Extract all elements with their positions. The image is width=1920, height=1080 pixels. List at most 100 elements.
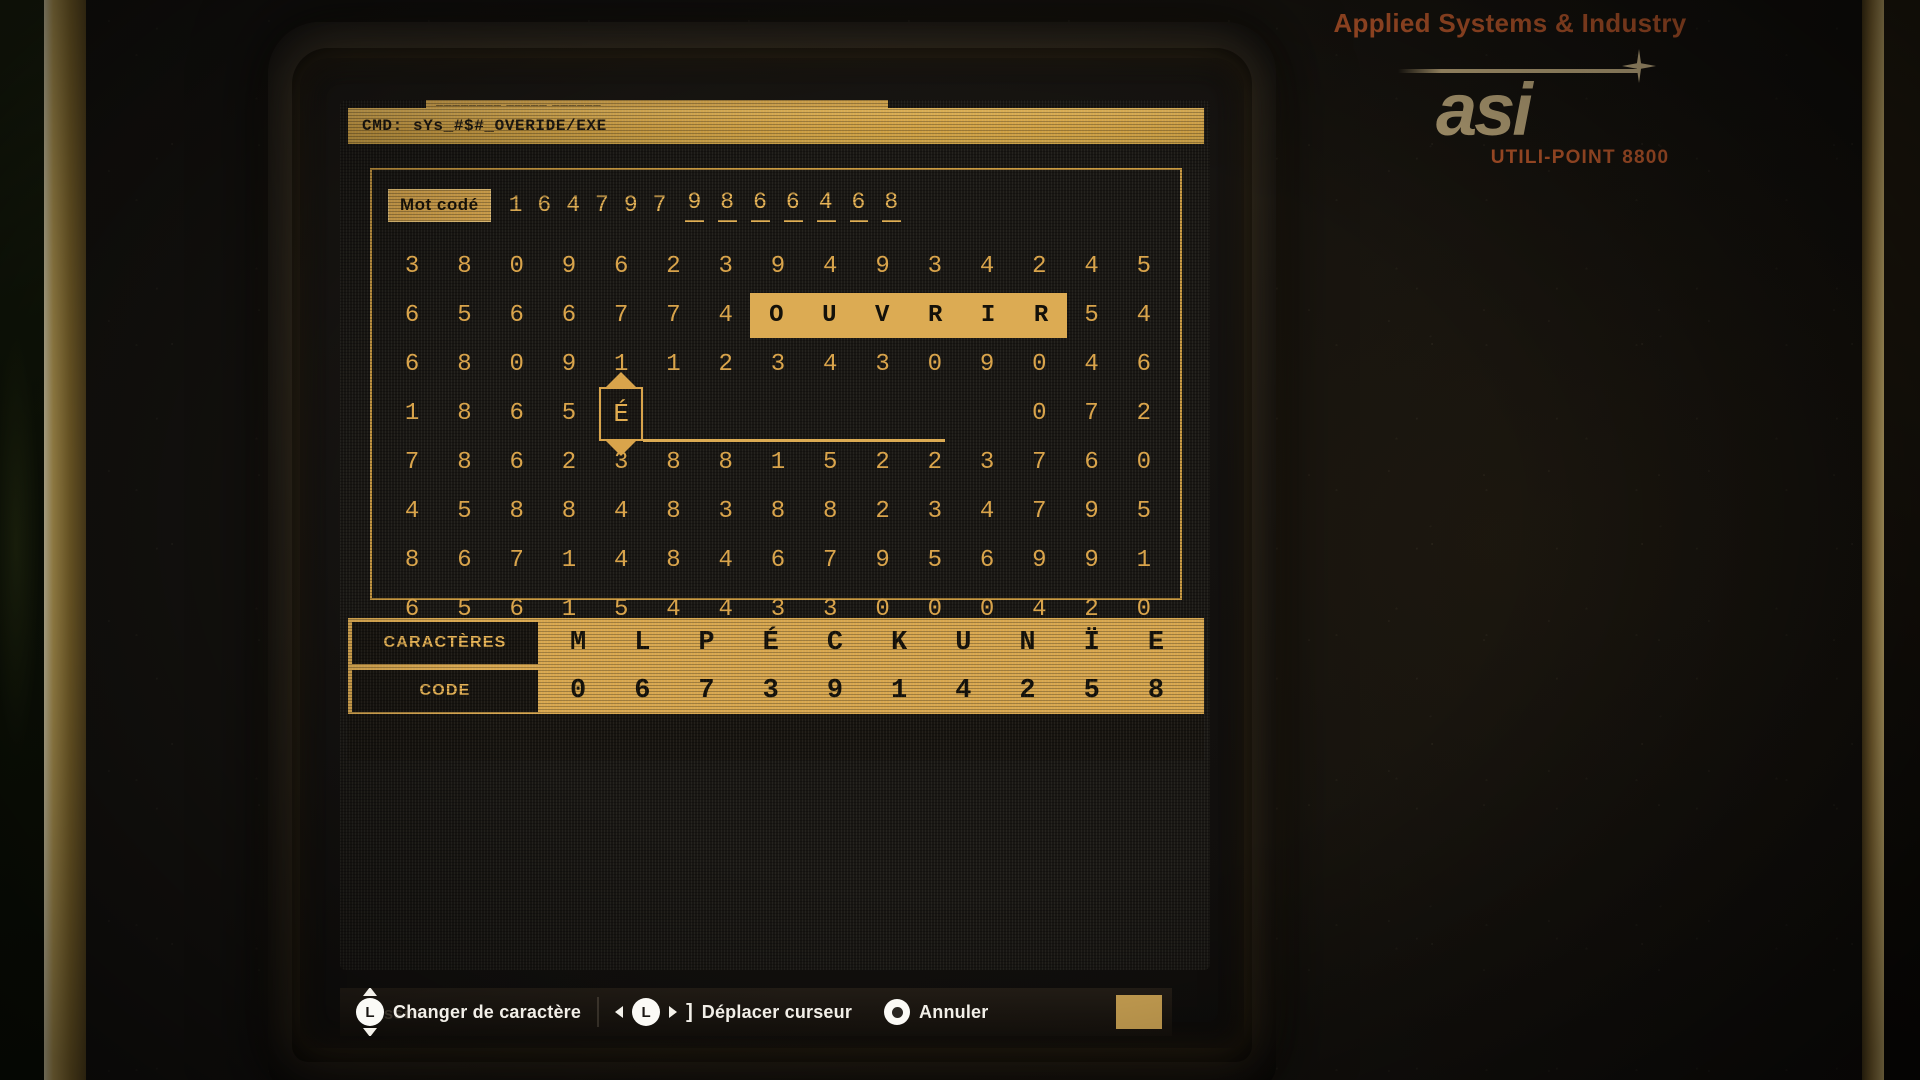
- matrix-cell-r4-c2[interactable]: 6: [491, 438, 543, 487]
- matrix-cell-r1-c1[interactable]: 5: [438, 291, 490, 340]
- matrix-cell-r4-c13[interactable]: 6: [1065, 438, 1117, 487]
- matrix-cell-r4-c5[interactable]: 8: [647, 438, 699, 487]
- matrix-cell-r3-c8[interactable]: ·: [804, 389, 856, 438]
- matrix-cell-r4-c8[interactable]: 5: [804, 438, 856, 487]
- matrix-cell-r3-c11[interactable]: ·: [961, 389, 1013, 438]
- matrix-cell-r4-c10[interactable]: 2: [909, 438, 961, 487]
- cursor-selector[interactable]: É: [599, 371, 644, 456]
- matrix-cell-r5-c3[interactable]: 8: [543, 487, 595, 536]
- matrix-cell-r3-c5[interactable]: ·: [647, 389, 699, 438]
- matrix-cell-r7-c6[interactable]: 4: [700, 585, 752, 634]
- matrix-cell-r6-c14[interactable]: 1: [1118, 536, 1170, 585]
- matrix-cell-r7-c11[interactable]: 0: [961, 585, 1013, 634]
- matrix-cell-r2-c13[interactable]: 4: [1065, 340, 1117, 389]
- matrix-cell-r5-c6[interactable]: 3: [700, 487, 752, 536]
- matrix-cell-r2-c5[interactable]: 1: [647, 340, 699, 389]
- matrix-cell-r3-c3[interactable]: 5: [543, 389, 595, 438]
- code-target-digits[interactable]: 9866468: [685, 189, 902, 222]
- matrix-cell-r7-c7[interactable]: 3: [752, 585, 804, 634]
- matrix-cell-r6-c4[interactable]: 4: [595, 536, 647, 585]
- matrix-cell-r0-c14[interactable]: 5: [1118, 242, 1170, 291]
- matrix-cell-r3-c12[interactable]: 0: [1013, 389, 1065, 438]
- matrix-cell-r6-c0[interactable]: 8: [386, 536, 438, 585]
- matrix-cell-r4-c9[interactable]: 2: [856, 438, 908, 487]
- matrix-cell-r4-c12[interactable]: 7: [1013, 438, 1065, 487]
- matrix-cell-r2-c12[interactable]: 0: [1013, 340, 1065, 389]
- matrix-cell-r3-c6[interactable]: ·: [700, 389, 752, 438]
- matrix-cell-r5-c8[interactable]: 8: [804, 487, 856, 536]
- chevron-up-icon[interactable]: [604, 371, 639, 389]
- matrix-cell-r4-c6[interactable]: 8: [700, 438, 752, 487]
- matrix-cell-r2-c11[interactable]: 9: [961, 340, 1013, 389]
- matrix-cell-r4-c14[interactable]: 0: [1118, 438, 1170, 487]
- matrix-cell-r3-c10[interactable]: ·: [909, 389, 961, 438]
- matrix-cell-r1-c4[interactable]: 7: [595, 291, 647, 340]
- matrix-cell-r5-c10[interactable]: 3: [909, 487, 961, 536]
- matrix-cell-r3-c7[interactable]: ·: [752, 389, 804, 438]
- matrix-cell-r3-c2[interactable]: 6: [491, 389, 543, 438]
- matrix-cell-r7-c3[interactable]: 1: [543, 585, 595, 634]
- circle-button-icon[interactable]: [884, 999, 911, 1025]
- hint-move-cursor[interactable]: L ] Déplacer curseur: [599, 998, 868, 1026]
- hint-cancel[interactable]: Annuler: [868, 999, 1004, 1025]
- matrix-cell-r7-c10[interactable]: 0: [909, 585, 961, 634]
- matrix-cell-r7-c8[interactable]: 3: [804, 585, 856, 634]
- matrix-cell-r4-c1[interactable]: 8: [438, 438, 490, 487]
- matrix-cell-r0-c10[interactable]: 3: [909, 242, 961, 291]
- matrix-cell-r0-c6[interactable]: 3: [700, 242, 752, 291]
- matrix-cell-r6-c6[interactable]: 4: [700, 536, 752, 585]
- matrix-cell-r4-c3[interactable]: 2: [543, 438, 595, 487]
- matrix-cell-r0-c4[interactable]: 6: [595, 242, 647, 291]
- matrix-cell-r6-c7[interactable]: 6: [752, 536, 804, 585]
- matrix-cell-r5-c9[interactable]: 2: [856, 487, 908, 536]
- ouvrir-highlight-bar[interactable]: OUVRIR: [749, 293, 1068, 338]
- matrix-cell-r7-c2[interactable]: 6: [491, 585, 543, 634]
- matrix-cell-r0-c2[interactable]: 0: [491, 242, 543, 291]
- matrix-cell-r7-c9[interactable]: 0: [856, 585, 908, 634]
- matrix-cell-r2-c7[interactable]: 3: [752, 340, 804, 389]
- matrix-cell-r2-c0[interactable]: 6: [386, 340, 438, 389]
- matrix-cell-r1-c5[interactable]: 7: [647, 291, 699, 340]
- matrix-cell-r5-c11[interactable]: 4: [961, 487, 1013, 536]
- matrix-cell-r6-c10[interactable]: 5: [909, 536, 961, 585]
- matrix-cell-r0-c9[interactable]: 9: [856, 242, 908, 291]
- matrix-cell-r7-c0[interactable]: 6: [386, 585, 438, 634]
- matrix-cell-r3-c14[interactable]: 2: [1118, 389, 1170, 438]
- matrix-cell-r7-c14[interactable]: 0: [1118, 585, 1170, 634]
- matrix-cell-r0-c13[interactable]: 4: [1065, 242, 1117, 291]
- matrix-cell-r7-c13[interactable]: 2: [1065, 585, 1117, 634]
- matrix-cell-r5-c5[interactable]: 8: [647, 487, 699, 536]
- matrix-cell-r3-c13[interactable]: 7: [1065, 389, 1117, 438]
- matrix-cell-r0-c8[interactable]: 4: [804, 242, 856, 291]
- matrix-cell-r2-c14[interactable]: 6: [1118, 340, 1170, 389]
- matrix-cell-r6-c2[interactable]: 7: [491, 536, 543, 585]
- matrix-cell-r3-c1[interactable]: 8: [438, 389, 490, 438]
- matrix-cell-r0-c5[interactable]: 2: [647, 242, 699, 291]
- matrix-cell-r2-c9[interactable]: 3: [856, 340, 908, 389]
- matrix-cell-r7-c4[interactable]: 5: [595, 585, 647, 634]
- matrix-cell-r1-c14[interactable]: 4: [1118, 291, 1170, 340]
- matrix-cell-r5-c4[interactable]: 4: [595, 487, 647, 536]
- matrix-cell-r6-c11[interactable]: 6: [961, 536, 1013, 585]
- matrix-cell-r2-c1[interactable]: 8: [438, 340, 490, 389]
- matrix-cell-r0-c11[interactable]: 4: [961, 242, 1013, 291]
- matrix-cell-r3-c9[interactable]: ·: [856, 389, 908, 438]
- matrix-cell-r7-c12[interactable]: 4: [1013, 585, 1065, 634]
- matrix-cell-r5-c13[interactable]: 9: [1065, 487, 1117, 536]
- matrix-cell-r1-c3[interactable]: 6: [543, 291, 595, 340]
- matrix-cell-r2-c3[interactable]: 9: [543, 340, 595, 389]
- matrix-cell-r2-c10[interactable]: 0: [909, 340, 961, 389]
- matrix-cell-r0-c12[interactable]: 2: [1013, 242, 1065, 291]
- hint-change-character[interactable]: L Changer de caractère: [340, 988, 597, 1036]
- matrix-cell-r2-c6[interactable]: 2: [700, 340, 752, 389]
- matrix-cell-r5-c2[interactable]: 8: [491, 487, 543, 536]
- matrix-cell-r2-c2[interactable]: 0: [491, 340, 543, 389]
- matrix-cell-r5-c14[interactable]: 5: [1118, 487, 1170, 536]
- matrix-cell-r7-c1[interactable]: 5: [438, 585, 490, 634]
- matrix-cell-r6-c3[interactable]: 1: [543, 536, 595, 585]
- matrix-cell-r5-c7[interactable]: 8: [752, 487, 804, 536]
- matrix-cell-r0-c0[interactable]: 3: [386, 242, 438, 291]
- matrix-cell-r6-c13[interactable]: 9: [1065, 536, 1117, 585]
- matrix-cell-r5-c12[interactable]: 7: [1013, 487, 1065, 536]
- matrix-cell-r6-c12[interactable]: 9: [1013, 536, 1065, 585]
